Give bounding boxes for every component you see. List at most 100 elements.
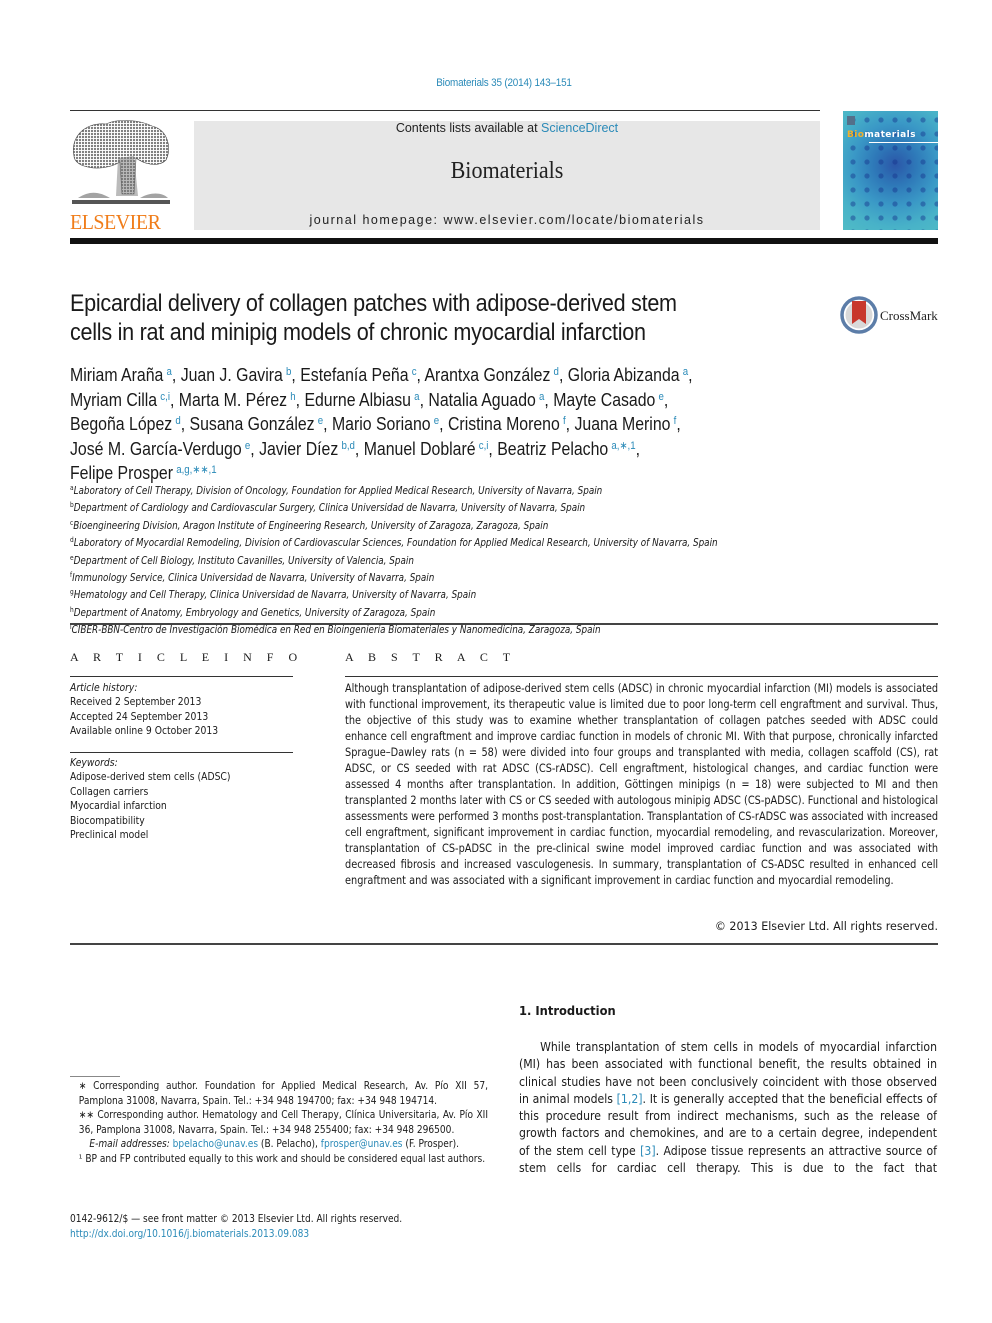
author-separator: , (250, 438, 260, 459)
history-accepted: Accepted 24 September 2013 (70, 710, 209, 723)
author-separator: , (419, 389, 429, 410)
author-name[interactable]: Edurne Albiasu (304, 390, 411, 410)
author-name[interactable]: Manuel Doblaré (364, 439, 476, 459)
author-separator: , (169, 389, 179, 410)
history-received: Received 2 September 2013 (70, 696, 202, 709)
email-label: E-mail addresses: (89, 1138, 170, 1150)
author-name[interactable]: José M. García-Verdugo (70, 439, 242, 459)
footnote-rule (70, 1076, 120, 1077)
elsevier-wordmark: ELSEVIER (70, 210, 161, 234)
affiliation-text: Laboratory of Myocardial Remodeling, Div… (73, 537, 718, 550)
author-separator: , (180, 414, 190, 434)
author-name[interactable]: Cristina Moreno (448, 414, 560, 434)
author-separator: , (323, 414, 332, 434)
citation-link[interactable]: [1,2] (617, 1091, 643, 1106)
affiliation-item: dLaboratory of Myocardial Remodeling, Di… (70, 533, 826, 550)
author-affiliation-marker[interactable]: b,d (341, 440, 354, 452)
introduction-text: While transplantation of stem cells in m… (519, 1038, 937, 1176)
author-affiliation-marker[interactable]: a,g,∗∗,1 (176, 464, 216, 476)
author-separator: , (488, 438, 498, 459)
affiliation-text: Department of Cell Biology, Instituto Ca… (73, 554, 414, 567)
cover-title: Biomaterials (847, 130, 916, 140)
header-top-rule (70, 110, 820, 111)
author-name[interactable]: Miriam Araña (70, 365, 163, 385)
author-name[interactable]: Myriam Cilla (70, 390, 157, 410)
cover-publisher-badge (847, 116, 855, 125)
author-name[interactable]: Gloria Abizanda (568, 365, 680, 385)
journal-cover-image[interactable]: Biomaterials (843, 111, 938, 230)
email-link-pelacho[interactable]: bpelacho@unav.es (173, 1138, 258, 1150)
affiliation-item: hDepartment of Anatomy, Embryology and G… (70, 603, 826, 620)
author-name[interactable]: Javier Díez (259, 439, 338, 459)
affiliation-item: gHematology and Cell Therapy, Clinica Un… (70, 585, 826, 602)
author-name[interactable]: Estefanía Peña (300, 365, 408, 385)
sciencedirect-link[interactable]: ScienceDirect (541, 121, 618, 135)
cover-title-bio: Bio (847, 130, 865, 140)
author-separator: , (354, 438, 364, 459)
crossmark-button[interactable]: CrossMark (840, 296, 950, 336)
keywords-label: Keywords: (70, 757, 118, 769)
author-list: Miriam Araña a, Juan J. Gavira b, Estefa… (70, 362, 792, 485)
citation-link[interactable]: [3] (640, 1143, 655, 1158)
author-name[interactable]: Beatriz Pelacho (497, 439, 608, 459)
abstract-copyright: © 2013 Elsevier Ltd. All rights reserved… (714, 920, 938, 933)
affiliation-item: cBioengineering Division, Aragon Institu… (70, 516, 826, 533)
keyword-item: Myocardial infarction (70, 800, 167, 813)
elsevier-logo[interactable]: ELSEVIER (70, 118, 172, 234)
author-name[interactable]: Susana González (190, 414, 315, 434)
keyword-item: Collagen carriers (70, 785, 149, 798)
crossmark-icon (840, 296, 878, 334)
author-affiliation-marker[interactable]: c,i (479, 440, 489, 452)
email-link-prosper[interactable]: fprosper@unav.es (321, 1138, 403, 1150)
issn-copyright: 0142-9612/$ — see front matter © 2013 El… (70, 1213, 403, 1225)
header-thick-rule (70, 238, 938, 244)
footnote-corresponding-1: ∗ Corresponding author. Foundation for A… (78, 1080, 489, 1107)
affiliation-item: fImmunology Service, Clinica Universidad… (70, 568, 826, 585)
keywords-rule (70, 752, 293, 753)
front-matter: 0142-9612/$ — see front matter © 2013 El… (70, 1212, 492, 1241)
email-owner-prosper: (F. Prosper). (402, 1138, 460, 1150)
footnote-equal-contribution: ¹ BP and FP contributed equally to this … (78, 1152, 486, 1165)
author-name[interactable]: Felipe Prosper (70, 463, 173, 483)
keyword-item: Preclinical model (70, 829, 149, 842)
author-separator: , (291, 365, 301, 385)
author-name[interactable]: Arantxa González (424, 365, 550, 385)
keyword-item: Biocompatibility (70, 814, 145, 827)
affiliation-text: Hematology and Cell Therapy, Clinica Uni… (73, 589, 477, 602)
keyword-item: Adipose-derived stem cells (ADSC) (70, 771, 231, 784)
author-separator: , (688, 365, 693, 385)
author-name[interactable]: Natalia Aguado (428, 390, 535, 410)
footnotes: ∗ Corresponding author. Foundation for A… (70, 1079, 488, 1166)
author-name[interactable]: Juana Merino (574, 414, 670, 434)
author-name[interactable]: Mayte Casado (553, 390, 655, 410)
affiliation-text: CIBER-BBN-Centro de Investigación Bioméd… (71, 624, 601, 637)
author-affiliation-marker[interactable]: c,i (160, 391, 170, 403)
cover-title-rule (869, 142, 938, 143)
author-name[interactable]: Begoña López (70, 414, 172, 434)
author-separator: , (676, 414, 681, 434)
contents-prefix: Contents lists available at (395, 121, 542, 135)
affiliation-item: bDepartment of Cardiology and Cardiovasc… (70, 498, 826, 515)
introduction-heading: 1. Introduction (519, 1003, 616, 1018)
crossmark-label: CrossMark (880, 308, 938, 323)
author-affiliation-marker[interactable]: a,∗,1 (611, 440, 635, 452)
journal-homepage[interactable]: journal homepage: www.elsevier.com/locat… (194, 213, 820, 227)
doi-link[interactable]: http://dx.doi.org/10.1016/j.biomaterials… (70, 1227, 492, 1242)
affiliation-text: Department of Anatomy, Embryology and Ge… (73, 606, 436, 619)
history-online: Available online 9 October 2013 (70, 725, 219, 738)
article-info-heading: A R T I C L E I N F O (70, 650, 304, 664)
author-separator: , (565, 414, 575, 434)
keywords: Keywords: Adipose-derived stem cells (AD… (70, 756, 299, 842)
journal-citation[interactable]: Biomaterials 35 (2014) 143–151 (50, 77, 957, 89)
affiliation-text: Department of Cardiology and Cardiovascu… (73, 502, 586, 515)
section-divider (70, 943, 938, 945)
author-name[interactable]: Mario Soriano (332, 414, 431, 434)
author-separator: , (558, 365, 568, 385)
email-owner-pelacho: (B. Pelacho), (258, 1138, 321, 1150)
footnote-corresponding-2: ∗∗ Corresponding author. Hematology and … (78, 1109, 489, 1136)
author-name[interactable]: Marta M. Pérez (179, 390, 287, 410)
author-name[interactable]: Juan J. Gavira (181, 365, 283, 385)
article-history: Article history: Received 2 September 20… (70, 681, 281, 739)
article-info-rule (70, 676, 293, 677)
contents-availability: Contents lists available at ScienceDirec… (194, 121, 820, 135)
